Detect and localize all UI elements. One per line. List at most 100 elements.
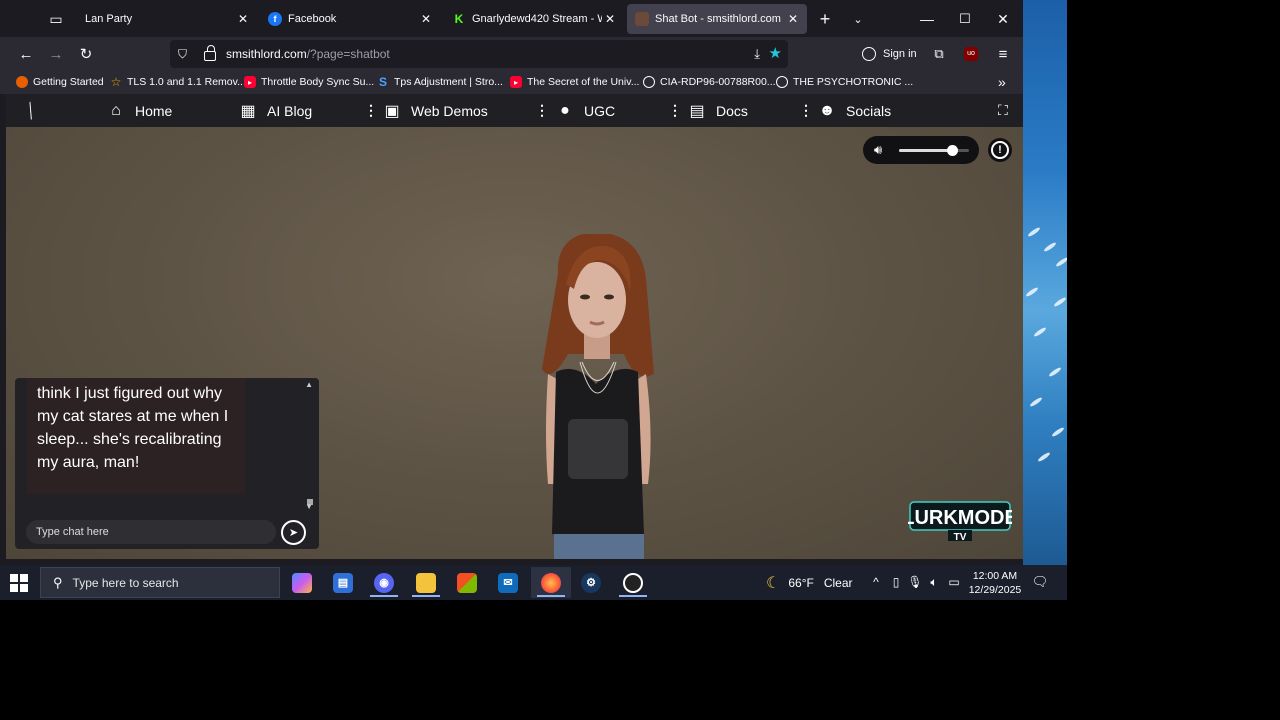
tab-lan-party[interactable]: Lan Party ✕	[77, 4, 257, 34]
bookmark-cia-rdp[interactable]: CIA-RDP96-00788R00...	[643, 74, 776, 90]
bookmark-getting-started[interactable]: Getting Started	[16, 74, 104, 90]
nav-socials[interactable]: ☻ Socials	[818, 94, 892, 127]
address-bar[interactable]: ⛉ smsithlord.com/?page=shatbot ⤓ ★	[170, 40, 788, 68]
maximize-button[interactable]: ☐	[955, 9, 975, 29]
network-icon[interactable]: ▭	[946, 573, 962, 591]
close-window-button[interactable]: ✕	[993, 9, 1013, 29]
forward-button[interactable]: →	[45, 43, 67, 65]
volume-slider[interactable]	[899, 145, 969, 156]
menu-dots-icon[interactable]: ⋮	[364, 94, 378, 127]
menu-dots-icon[interactable]: ⋮	[535, 94, 549, 127]
obs-icon[interactable]	[613, 567, 653, 598]
lock-icon[interactable]	[204, 45, 216, 61]
nav-web-demos[interactable]: ▣ Web Demos	[383, 94, 487, 127]
globe-icon	[643, 76, 655, 88]
taskbar: ⚲ Type here to search ▤ ◉ ✉ ⚙ ☾ 66°F Cle…	[0, 565, 1067, 600]
bookmarks-overflow-icon[interactable]: »	[998, 74, 1006, 90]
menu-dots-icon[interactable]: ⋮	[668, 94, 682, 127]
documents-app-icon[interactable]: ▤	[323, 567, 363, 598]
site-logo-icon[interactable]: ⟋	[19, 94, 50, 127]
close-icon[interactable]: ✕	[602, 11, 618, 27]
nav-label: AI Blog	[267, 102, 313, 119]
nav-home[interactable]: ⌂ Home	[107, 94, 172, 127]
nav-label: Home	[135, 102, 173, 119]
minimize-button[interactable]: —	[917, 9, 937, 29]
tab-title: Gnarlydewd420 Stream - Watc	[472, 13, 602, 25]
new-tab-button[interactable]: +	[815, 9, 835, 29]
send-button[interactable]: ➤	[281, 520, 306, 545]
clock-date: 12/29/2025	[968, 584, 1022, 596]
close-icon[interactable]: ✕	[785, 11, 801, 27]
site-icon	[635, 12, 649, 26]
desktop-wallpaper	[1023, 0, 1067, 565]
nav-ai-blog[interactable]: ▦ AI Blog	[239, 94, 312, 127]
home-icon: ⌂	[111, 101, 121, 119]
shield-icon[interactable]: ⛉	[178, 47, 194, 62]
tab-title: Lan Party	[85, 13, 133, 25]
scroll-down-icon[interactable]: ▼	[305, 502, 313, 511]
video-icon: ▣	[384, 102, 400, 120]
calendar-icon: ▦	[240, 102, 256, 120]
tab-list-icon[interactable]: ▭	[44, 8, 68, 30]
reload-button[interactable]: ↻	[75, 43, 97, 65]
save-to-pocket-icon[interactable]: ⤓	[754, 46, 760, 62]
tab-gnarlydewd-stream[interactable]: K Gnarlydewd420 Stream - Watc ✕	[444, 4, 624, 34]
bookmark-tls[interactable]: ☆ TLS 1.0 and 1.1 Remov...	[110, 74, 246, 90]
volume-handle[interactable]	[946, 145, 958, 156]
outlook-icon[interactable]: ✉	[488, 567, 528, 598]
send-icon: ➤	[288, 527, 299, 539]
search-placeholder: Type here to search	[72, 575, 179, 590]
scroll-up-icon[interactable]: ▲	[305, 380, 313, 389]
alert-button[interactable]: !	[988, 138, 1012, 162]
ublock-icon[interactable]: uo	[960, 43, 982, 65]
tab-facebook[interactable]: f Facebook ✕	[260, 4, 440, 34]
chat-message: think I just figured out why my cat star…	[27, 378, 245, 494]
volume-tray-icon[interactable]: 🔈︎	[926, 573, 942, 591]
show-hidden-icons-chevron-icon[interactable]: ^	[868, 573, 884, 591]
url-text[interactable]: smsithlord.com/?page=shatbot	[226, 47, 390, 61]
close-icon[interactable]: ✕	[418, 11, 434, 27]
microphone-icon[interactable]: 🎙︎	[907, 573, 923, 591]
extensions-icon[interactable]: ⧉	[928, 43, 950, 65]
back-button[interactable]: ←	[15, 43, 37, 65]
chat-panel: think I just figured out why my cat star…	[15, 378, 319, 549]
kick-icon: K	[452, 12, 466, 26]
bookmark-tps-adjustment[interactable]: S Tps Adjustment | Stro...	[377, 74, 503, 90]
close-icon[interactable]: ✕	[235, 11, 251, 27]
notification-center-icon[interactable]: 🗨︎	[1030, 572, 1050, 592]
discord-icon[interactable]: ◉	[364, 567, 404, 598]
weather-widget[interactable]: ☾ 66°F Clear	[766, 567, 853, 598]
chat-input[interactable]	[26, 520, 276, 544]
search-icon: ⚲	[53, 574, 63, 590]
file-explorer-icon[interactable]	[406, 567, 446, 598]
bookmark-label: Getting Started	[33, 76, 104, 88]
sign-in-button[interactable]: Sign in	[862, 43, 917, 65]
firefox-taskbar-icon[interactable]	[531, 567, 571, 598]
bookmark-label: CIA-RDP96-00788R00...	[660, 76, 776, 88]
device-icon[interactable]: ▯	[888, 573, 904, 591]
taskbar-search-box[interactable]: ⚲ Type here to search	[40, 567, 280, 598]
nav-ugc[interactable]: ● UGC	[556, 94, 615, 127]
chevron-down-icon[interactable]: ⌄	[848, 9, 868, 29]
sword-icon: ⟋	[19, 98, 43, 122]
windows-start-icon[interactable]	[10, 574, 28, 592]
lurkmode-tv-logo: LURKMODE TV	[908, 501, 1012, 543]
fullscreen-icon[interactable]: ⛶	[998, 94, 1008, 127]
system-clock[interactable]: 12:00 AM 12/29/2025	[962, 569, 1028, 597]
nav-label: Socials	[846, 102, 892, 119]
nav-docs[interactable]: ▤ Docs	[688, 94, 747, 127]
volume-fill	[899, 149, 952, 152]
menu-dots-icon[interactable]: ⋮	[799, 94, 813, 127]
bookmark-secret-universe[interactable]: ▸ The Secret of the Univ...	[510, 74, 639, 90]
tab-shat-bot[interactable]: Shat Bot - smsithlord.com ✕	[627, 4, 807, 34]
bookmark-psychotronic[interactable]: THE PSYCHOTRONIC ...	[776, 74, 913, 90]
speaker-icon[interactable]: 🔊︎	[874, 142, 882, 158]
microsoft-store-icon[interactable]	[447, 567, 487, 598]
steam-icon[interactable]: ⚙	[571, 567, 611, 598]
star-icon: ☆	[110, 75, 122, 89]
copilot-icon[interactable]	[282, 567, 322, 598]
desktop: ▭ Lan Party ✕ f Facebook ✕ K Gnarlydewd4…	[0, 0, 1280, 720]
bookmark-star-icon[interactable]: ★	[769, 44, 782, 62]
menu-icon[interactable]: ≡	[992, 43, 1014, 65]
bookmark-throttle-body[interactable]: ▸ Throttle Body Sync Su...	[244, 74, 374, 90]
